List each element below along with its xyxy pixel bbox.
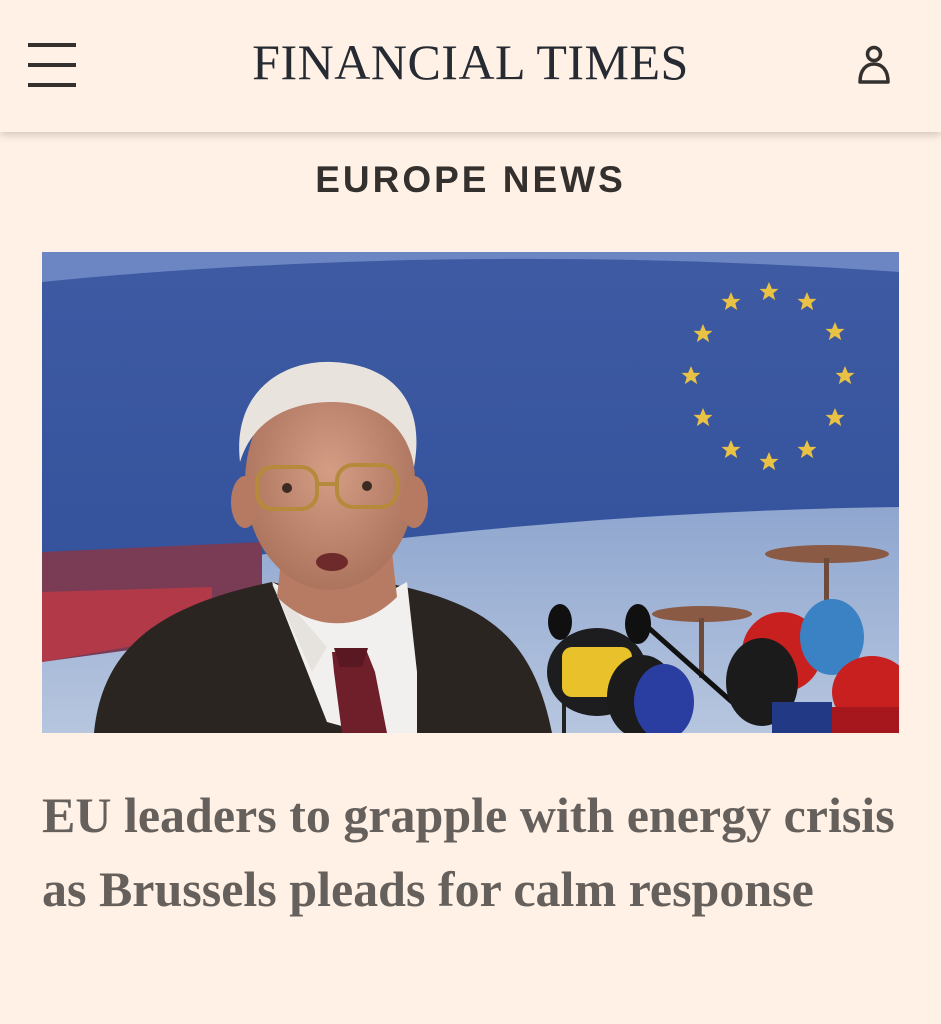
- article-image[interactable]: [42, 252, 899, 733]
- menu-button[interactable]: [22, 38, 82, 92]
- brand-logo[interactable]: FINANCIAL TIMES: [0, 30, 941, 94]
- press-conference-photo: [42, 252, 899, 733]
- hamburger-menu-icon: [28, 43, 76, 87]
- article-headline[interactable]: EU leaders to grapple with energy crisis…: [42, 778, 902, 926]
- user-account-icon: [858, 45, 890, 84]
- section-title[interactable]: EUROPE NEWS: [0, 154, 941, 206]
- account-button[interactable]: [852, 42, 896, 88]
- top-header: FINANCIAL TIMES: [0, 0, 941, 132]
